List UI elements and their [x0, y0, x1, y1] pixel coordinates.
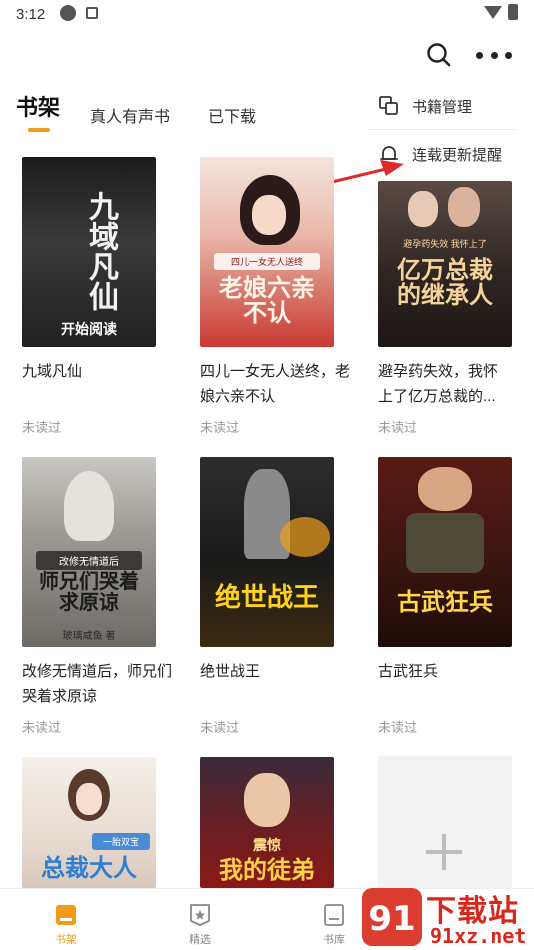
- book-cover[interactable]: 震惊 我的徒弟: [200, 757, 334, 888]
- nav-label: 书库: [323, 934, 345, 946]
- library-icon: [324, 904, 344, 926]
- tab-indicator: [28, 128, 50, 132]
- tab-bookshelf[interactable]: 书架: [16, 90, 60, 132]
- cover-tag: 四儿一女无人送终: [214, 253, 320, 270]
- book-title: 古武狂兵: [378, 663, 439, 680]
- cover-title: 亿万总裁的继承人: [397, 255, 493, 310]
- nav-label: 书架: [55, 934, 77, 946]
- book-cover[interactable]: 一胎双宝 总裁大人: [22, 757, 156, 888]
- book-title: 绝世战王: [200, 663, 261, 680]
- book-cover[interactable]: 改修无情道后 师兄们哭着求原谅 玻璃咸鱼 著: [22, 457, 156, 647]
- copy-icon: [378, 95, 400, 117]
- menu-item-book-management[interactable]: 书籍管理: [378, 88, 518, 124]
- watermark-url: 91xz.net: [430, 924, 527, 948]
- book-title: 避孕药失效，我怀上了亿万总裁的...: [378, 363, 499, 405]
- nav-featured[interactable]: 精选: [170, 895, 230, 946]
- cover-title: 九域凡仙: [83, 191, 118, 311]
- wifi-icon: [484, 6, 502, 19]
- book-read-status: 未读过: [22, 420, 62, 435]
- book-read-status: 未读过: [200, 420, 240, 435]
- cover-tag: 避孕药失效 我怀上了: [403, 239, 487, 249]
- book-read-status: 未读过: [22, 720, 62, 735]
- status-bar: 3:12: [0, 0, 534, 28]
- book-cover[interactable]: 九域凡仙 开始阅读: [22, 157, 156, 347]
- book-cover[interactable]: 避孕药失效 我怀上了 亿万总裁的继承人: [378, 181, 512, 347]
- menu-divider: [368, 129, 516, 130]
- notification-icon: [86, 7, 98, 19]
- cover-title: 老娘六亲不认: [219, 273, 315, 328]
- start-reading-label: 开始阅读: [61, 321, 117, 337]
- book-title: 四儿一女无人送终，老娘六亲不认: [200, 363, 351, 405]
- cover-title: 我的徒弟: [219, 855, 315, 884]
- menu-item-label: 连载更新提醒: [412, 146, 503, 164]
- book-title: 九域凡仙: [22, 363, 83, 380]
- book-cover[interactable]: 绝世战王: [200, 457, 334, 647]
- cover-tag: 震惊: [253, 838, 281, 854]
- shelf-tabs: 书架 真人有声书 已下载: [0, 92, 360, 134]
- book-read-status: 未读过: [378, 720, 418, 735]
- more-options-icon[interactable]: [474, 44, 514, 66]
- bookshelf-icon: [56, 905, 76, 925]
- sync-icon: [60, 5, 76, 21]
- cover-title: 总裁大人: [41, 853, 137, 882]
- nav-label: 精选: [189, 934, 211, 946]
- cover-author: 玻璃咸鱼 著: [62, 631, 116, 642]
- tab-downloaded[interactable]: 已下载: [208, 103, 256, 145]
- watermark: 91 下载站 91xz.net: [360, 884, 534, 950]
- book-cover[interactable]: 四儿一女无人送终 老娘六亲不认: [200, 157, 334, 347]
- book-read-status: 未读过: [200, 720, 240, 735]
- book-read-status: 未读过: [378, 420, 418, 435]
- book-title: 改修无情道后，师兄们哭着求原谅: [22, 663, 173, 705]
- watermark-logo-text: 91: [368, 899, 415, 939]
- cover-title: 绝世战王: [214, 583, 319, 613]
- add-book-button[interactable]: [378, 756, 512, 896]
- search-icon[interactable]: [424, 40, 454, 70]
- battery-icon: [508, 4, 518, 20]
- featured-icon: [190, 904, 210, 926]
- nav-bookshelf[interactable]: 书架: [36, 895, 96, 946]
- menu-item-label: 书籍管理: [412, 98, 473, 116]
- status-time: 3:12: [16, 6, 46, 23]
- nav-library[interactable]: 书库: [304, 895, 364, 946]
- cover-tag: 一胎双宝: [92, 833, 150, 850]
- watermark-logo: 91: [362, 888, 422, 946]
- cover-title: 师兄们哭着求原谅: [39, 569, 139, 614]
- cover-title: 古武狂兵: [397, 587, 493, 616]
- tab-audiobooks[interactable]: 真人有声书: [90, 103, 170, 145]
- cover-tag: 改修无情道后: [36, 551, 142, 570]
- book-cover[interactable]: 古武狂兵: [378, 457, 512, 647]
